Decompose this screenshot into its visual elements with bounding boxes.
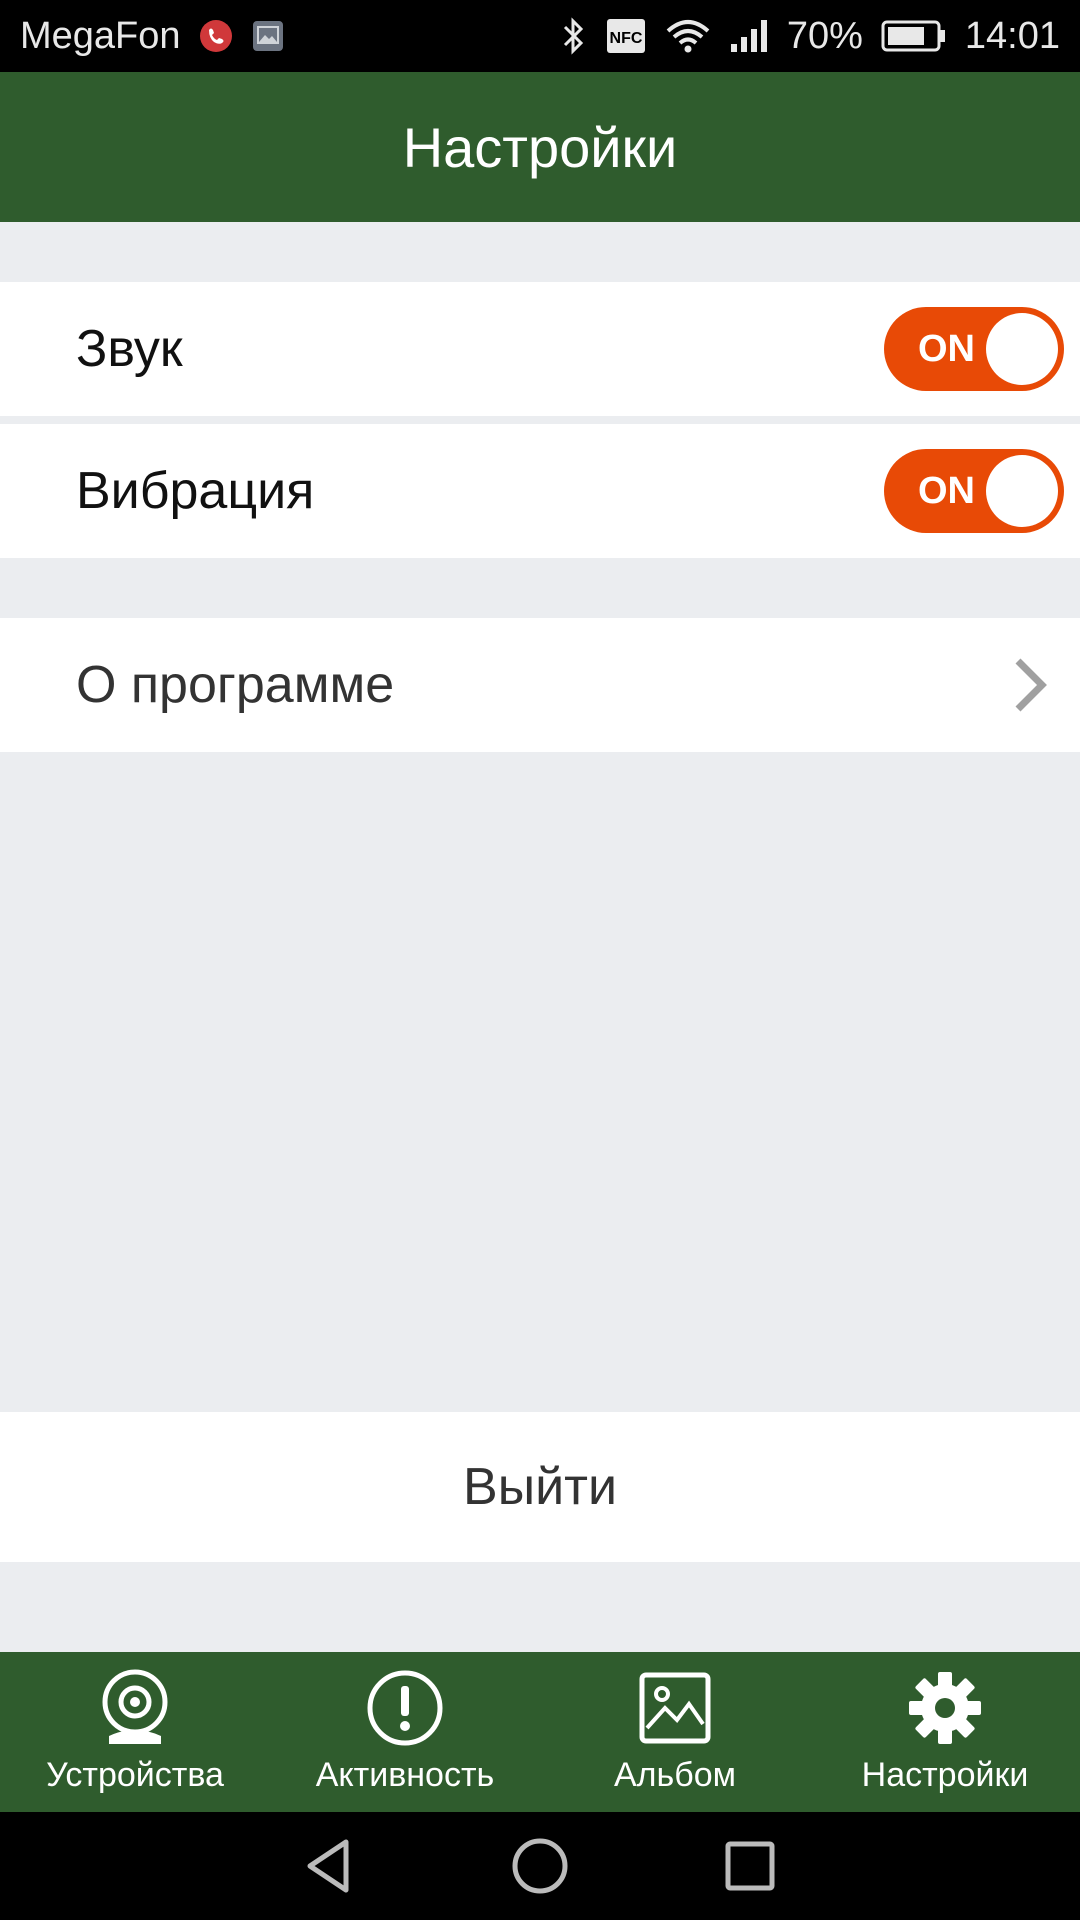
status-bar-right: NFC 70% 14:01: [561, 15, 1060, 58]
phone-call-icon: [199, 19, 233, 53]
gear-icon: [909, 1672, 981, 1744]
back-icon[interactable]: [300, 1836, 360, 1896]
logout-label: Выйти: [463, 1458, 617, 1516]
about-label: О программе: [76, 656, 395, 714]
wifi-icon: [665, 17, 711, 55]
sound-label: Звук: [76, 320, 183, 378]
nav-label-devices: Устройства: [46, 1756, 224, 1794]
vibration-toggle[interactable]: ON: [884, 449, 1064, 533]
vibration-toggle-text: ON: [918, 470, 975, 512]
camera-device-icon: [102, 1669, 168, 1744]
nav-label-settings: Настройки: [861, 1756, 1029, 1794]
vibration-label: Вибрация: [76, 462, 315, 520]
nfc-label: NFC: [609, 30, 642, 47]
settings-row-sound: Звук ON: [0, 282, 1080, 416]
home-icon[interactable]: [510, 1836, 570, 1896]
gallery-icon: [251, 19, 285, 53]
app-header: Настройки: [0, 72, 1080, 222]
signal-icon: [729, 18, 769, 54]
nav-label-activity: Активность: [315, 1756, 495, 1794]
settings-row-about[interactable]: О программе: [0, 618, 1080, 752]
status-bar: MegaFon NFC 70% 14:01: [0, 0, 1080, 72]
system-nav-bar: [0, 1812, 1080, 1920]
page-title: Настройки: [402, 115, 678, 179]
nfc-icon: NFC: [605, 17, 647, 55]
app-root: MegaFon NFC 70% 14:01 Настройки Звук ON …: [0, 0, 1080, 1920]
sound-toggle-knob: [986, 313, 1058, 385]
nav-item-devices[interactable]: Устройства: [0, 1652, 270, 1812]
alert-icon: [367, 1670, 443, 1746]
nav-item-activity[interactable]: Активность: [270, 1652, 540, 1812]
vibration-toggle-knob: [986, 455, 1058, 527]
nav-item-album[interactable]: Альбом: [540, 1652, 810, 1812]
battery-icon: [881, 19, 947, 53]
sound-toggle[interactable]: ON: [884, 307, 1064, 391]
status-bar-left: MegaFon: [20, 15, 285, 58]
battery-percent: 70%: [786, 14, 863, 57]
album-icon: [639, 1672, 711, 1744]
nav-label-album: Альбом: [614, 1756, 736, 1794]
nav-item-settings[interactable]: Настройки: [810, 1652, 1080, 1812]
recent-apps-icon[interactable]: [720, 1836, 780, 1896]
logout-button[interactable]: Выйти: [0, 1412, 1080, 1562]
bluetooth-icon: [561, 17, 587, 55]
chevron-right-icon: [1015, 658, 1047, 712]
settings-row-vibration: Вибрация ON: [0, 424, 1080, 558]
clock: 14:01: [964, 14, 1060, 57]
sound-toggle-text: ON: [918, 328, 975, 370]
carrier-name: MegaFon: [20, 14, 181, 57]
bottom-nav: Устройства Активность Альбом Настройки: [0, 1652, 1080, 1812]
